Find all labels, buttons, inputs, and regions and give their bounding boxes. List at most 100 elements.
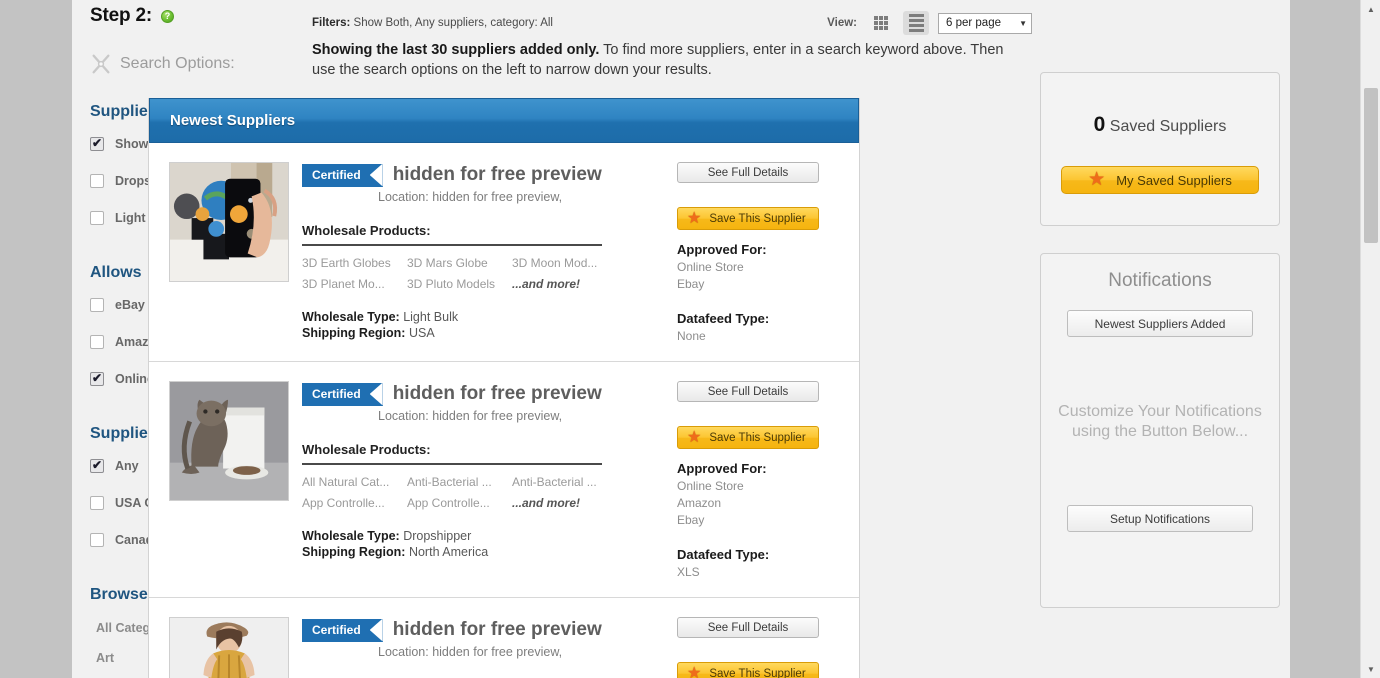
checkbox-light-bulk-only[interactable] bbox=[90, 210, 104, 225]
per-page-value: 6 per page bbox=[946, 17, 1001, 29]
checkbox-dropshippers-only[interactable] bbox=[90, 173, 104, 188]
supplier-thumbnail[interactable] bbox=[169, 381, 289, 501]
checkbox-any[interactable] bbox=[90, 458, 104, 473]
page-canvas: Step 2: ? Search Options: Supplier Resul… bbox=[72, 0, 1290, 678]
product-link[interactable]: App Controlle... bbox=[302, 496, 407, 510]
see-full-details-button[interactable]: See Full Details bbox=[677, 381, 819, 402]
product-link[interactable]: Anti-Bacterial ... bbox=[512, 475, 612, 489]
notifications-card: Notifications Newest Suppliers Added Cus… bbox=[1040, 253, 1280, 608]
supplier-thumbnail[interactable] bbox=[169, 162, 289, 282]
panel-title: Newest Suppliers bbox=[170, 112, 296, 129]
scroll-down-arrow-icon[interactable]: ▼ bbox=[1361, 660, 1380, 678]
checkbox-usa-only[interactable] bbox=[90, 495, 104, 510]
datafeed-type-label: Datafeed Type: bbox=[677, 311, 770, 326]
group-label: Allows bbox=[90, 264, 142, 281]
supplier-thumbnail[interactable] bbox=[169, 617, 289, 678]
search-options-label: Search Options: bbox=[120, 55, 235, 72]
saved-count-number: 0 bbox=[1093, 113, 1106, 136]
see-full-details-button[interactable]: See Full Details bbox=[677, 162, 819, 183]
save-button-label: Save This Supplier bbox=[709, 667, 806, 678]
checkbox-show-both[interactable] bbox=[90, 136, 104, 151]
supplier-name[interactable]: hidden for free preview bbox=[393, 164, 602, 186]
per-page-select[interactable]: 6 per page ▼ bbox=[938, 12, 1032, 34]
shipping-region-label: Shipping Region: bbox=[302, 545, 406, 559]
product-link[interactable]: App Controlle... bbox=[407, 496, 512, 510]
newest-suppliers-added-button[interactable]: Newest Suppliers Added bbox=[1067, 310, 1253, 337]
scroll-up-arrow-icon[interactable]: ▲ bbox=[1361, 0, 1380, 18]
scrollbar-thumb[interactable] bbox=[1364, 88, 1378, 243]
divider bbox=[302, 244, 602, 246]
certified-badge: Certified bbox=[302, 382, 383, 406]
wholesale-type-label: Wholesale Type: bbox=[302, 529, 400, 543]
and-more-link[interactable]: ...and more! bbox=[512, 277, 612, 291]
checkbox-ebay-sales[interactable] bbox=[90, 297, 104, 312]
results-notice: Showing the last 30 suppliers added only… bbox=[312, 41, 1017, 80]
shipping-region-row: Shipping Region: USA bbox=[302, 325, 669, 341]
datafeed-type-value: XLS bbox=[677, 565, 700, 579]
wholesale-type-row: Wholesale Type: Light Bulk bbox=[302, 309, 669, 325]
help-icon[interactable]: ? bbox=[160, 9, 174, 23]
see-full-details-button[interactable]: See Full Details bbox=[677, 617, 819, 638]
supplier-location: Location: hidden for free preview, bbox=[378, 409, 563, 423]
wholesale-type-label: Wholesale Type: bbox=[302, 310, 400, 324]
approved-for-value: Online Store bbox=[677, 479, 744, 493]
supplier-meta: Wholesale Type: Light Bulk Shipping Regi… bbox=[302, 309, 669, 341]
approved-for-label: Approved For: bbox=[677, 242, 767, 257]
checkbox-canada[interactable] bbox=[90, 532, 104, 547]
certified-badge: Certified bbox=[302, 618, 383, 642]
grid-icon-glyph bbox=[874, 16, 888, 30]
datafeed-type-value: None bbox=[677, 329, 706, 343]
supplier-name[interactable]: hidden for free preview bbox=[393, 619, 602, 641]
supplier-title-line: Certified hidden for free preview bbox=[302, 162, 669, 188]
setup-notifications-button[interactable]: Setup Notifications bbox=[1067, 504, 1253, 532]
my-saved-suppliers-button[interactable]: ★ My Saved Suppliers bbox=[1061, 166, 1259, 194]
right-rail: 0 Saved Suppliers ★ My Saved Suppliers N… bbox=[1040, 0, 1290, 608]
vertical-scrollbar[interactable]: ▲ ▼ bbox=[1360, 0, 1380, 678]
notifications-message: Customize Your Notifications using the B… bbox=[1058, 403, 1262, 441]
grid-view-icon[interactable] bbox=[868, 11, 894, 35]
product-link[interactable]: 3D Mars Globe bbox=[407, 256, 512, 270]
woman-dress-photo bbox=[170, 618, 288, 678]
shipping-region-value: USA bbox=[408, 326, 435, 340]
shipping-region-row: Shipping Region: North America bbox=[302, 544, 669, 560]
filters-value: Show Both, Any suppliers, category: All bbox=[353, 17, 553, 29]
checkbox-amazon-sales[interactable] bbox=[90, 334, 104, 349]
supplier-title-line: Certified hidden for free preview bbox=[302, 381, 669, 407]
save-button-label: Save This Supplier bbox=[709, 212, 806, 225]
star-icon: ★ bbox=[687, 428, 702, 446]
supplier-name[interactable]: hidden for free preview bbox=[393, 383, 602, 405]
star-icon: ★ bbox=[687, 664, 702, 678]
supplier-actions: See Full Details ★ Save This Supplier bbox=[669, 617, 859, 678]
wholesale-products-heading: Wholesale Products: bbox=[302, 442, 431, 457]
star-icon: ★ bbox=[687, 209, 702, 227]
wholesale-type-value: Light Bulk bbox=[403, 310, 459, 324]
page-root: Step 2: ? Search Options: Supplier Resul… bbox=[0, 0, 1380, 678]
save-this-supplier-button[interactable]: ★ Save This Supplier bbox=[677, 426, 819, 449]
scissors-icon bbox=[90, 53, 112, 75]
list-icon-glyph bbox=[908, 14, 924, 32]
filters-label: Filters: bbox=[312, 17, 351, 29]
shipping-region-value: North America bbox=[408, 545, 489, 559]
save-this-supplier-button[interactable]: ★ Save This Supplier bbox=[677, 662, 819, 678]
product-link[interactable]: Anti-Bacterial ... bbox=[407, 475, 512, 489]
wholesale-products-heading: Wholesale Products: bbox=[302, 223, 431, 238]
product-link[interactable]: All Natural Cat... bbox=[302, 475, 407, 489]
supplier-actions: See Full Details ★ Save This Supplier Ap… bbox=[669, 162, 859, 343]
my-saved-label: My Saved Suppliers bbox=[1116, 172, 1232, 188]
product-link[interactable]: 3D Moon Mod... bbox=[512, 256, 612, 270]
product-link[interactable]: 3D Planet Mo... bbox=[302, 277, 407, 291]
and-more-link[interactable]: ...and more! bbox=[512, 496, 612, 510]
list-view-icon[interactable] bbox=[903, 11, 929, 35]
certified-badge: Certified bbox=[302, 163, 383, 187]
product-link[interactable]: 3D Pluto Models bbox=[407, 277, 512, 291]
save-this-supplier-button[interactable]: ★ Save This Supplier bbox=[677, 207, 819, 230]
checkbox-online-store-sales[interactable] bbox=[90, 371, 104, 386]
product-link[interactable]: 3D Earth Globes bbox=[302, 256, 407, 270]
filter-label: Any bbox=[115, 458, 139, 473]
panel-header: Newest Suppliers bbox=[149, 98, 859, 143]
divider bbox=[302, 463, 602, 465]
approved-for-value: Online Store bbox=[677, 260, 744, 274]
approved-for-value: Ebay bbox=[677, 513, 705, 527]
supplier-actions: See Full Details ★ Save This Supplier Ap… bbox=[669, 381, 859, 579]
notifications-title: Notifications bbox=[1108, 270, 1212, 291]
